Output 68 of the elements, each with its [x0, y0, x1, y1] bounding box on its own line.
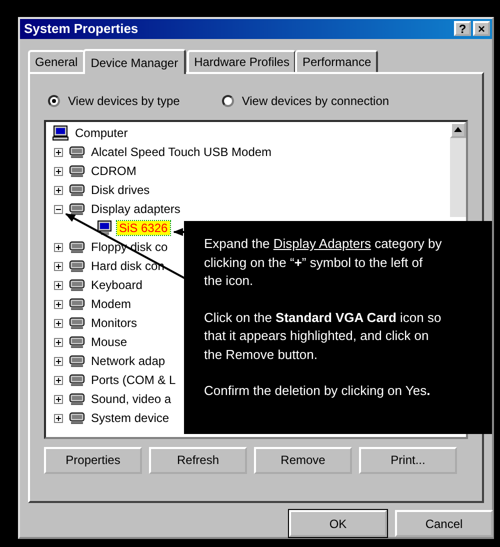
tree-item[interactable]: Keyboard	[89, 278, 144, 292]
device-icon	[68, 277, 86, 294]
tree-item[interactable]: System device	[89, 411, 172, 426]
expand-toggle[interactable]	[54, 262, 63, 271]
tree-item[interactable]: Network adap	[89, 354, 168, 368]
scrollbar[interactable]	[450, 122, 466, 217]
device-icon	[68, 410, 86, 426]
tree-item[interactable]: Sound, video a	[89, 392, 174, 406]
device-icon	[68, 239, 86, 256]
expand-toggle[interactable]	[54, 280, 63, 290]
tree-item[interactable]: Modem	[89, 297, 134, 312]
device-icon	[68, 391, 86, 408]
expand-toggle[interactable]	[54, 166, 63, 176]
tab[interactable]: Performance	[295, 50, 378, 72]
tree-item[interactable]: Alcatel Speed Touch USB Modem	[89, 145, 274, 160]
dialog-button[interactable]: Refresh	[149, 446, 247, 474]
dialog-button[interactable]: Remove	[254, 446, 352, 474]
device-icon	[68, 353, 86, 370]
tree-item[interactable]: Ports (COM & L	[89, 373, 178, 388]
tab[interactable]: General	[28, 50, 85, 72]
device-icon	[68, 163, 86, 180]
tree-item[interactable]: Disk drives	[89, 183, 152, 198]
tree-item[interactable]: CDROM	[89, 164, 138, 178]
instruction-text: Expand the Display Adapters category by clicking on the “+” symbol to the left of the icon.	[204, 235, 442, 290]
expand-toggle[interactable]	[54, 204, 63, 214]
tab[interactable]: Device Manager	[82, 48, 186, 74]
device-icon	[68, 144, 86, 160]
expand-toggle[interactable]	[54, 186, 63, 195]
expand-toggle[interactable]	[54, 394, 63, 404]
device-icon	[68, 258, 86, 274]
up-arrow-icon	[454, 127, 462, 132]
tree-item[interactable]: SiS 6326	[117, 221, 170, 236]
expand-toggle[interactable]	[54, 414, 63, 423]
tree-item[interactable]: Mouse	[89, 335, 130, 350]
device-icon	[68, 372, 86, 388]
dialog-button[interactable]: Properties	[44, 446, 142, 474]
instruction-text: Confirm the deletion by clicking on Yes.	[204, 382, 432, 400]
monitor-icon	[96, 220, 114, 236]
device-icon	[68, 201, 86, 218]
expand-toggle[interactable]	[54, 300, 63, 309]
dialog-button[interactable]: OK	[289, 510, 387, 537]
radio-label[interactable]: View devices by type	[68, 94, 180, 108]
tree-item[interactable]: Display adapters	[89, 202, 182, 216]
device-icon	[68, 182, 86, 198]
radio-button[interactable]	[48, 94, 60, 107]
tab[interactable]: Hardware Profiles	[187, 50, 296, 72]
expand-toggle[interactable]	[54, 356, 63, 366]
device-icon	[68, 334, 86, 350]
radio-button[interactable]	[222, 94, 234, 107]
expand-toggle[interactable]	[54, 338, 63, 347]
link[interactable]: Display Adapters	[273, 236, 371, 251]
computer-icon	[52, 125, 70, 142]
window-title: System Properties	[24, 21, 138, 36]
radio-label[interactable]: View devices by connection	[242, 94, 390, 108]
expand-toggle[interactable]	[54, 318, 63, 328]
dialog-button[interactable]: Cancel	[395, 510, 493, 537]
scroll-up-button[interactable]	[450, 122, 466, 138]
help-button[interactable]: ?	[454, 21, 471, 36]
dialog-button[interactable]: Print...	[359, 446, 457, 474]
device-icon	[68, 296, 86, 312]
expand-toggle[interactable]	[54, 148, 63, 157]
close-button[interactable]: ×	[473, 21, 490, 36]
device-icon	[68, 315, 86, 332]
expand-toggle[interactable]	[54, 242, 63, 252]
expand-toggle[interactable]	[54, 376, 63, 385]
tree-item[interactable]: Monitors	[89, 316, 140, 330]
tree-item[interactable]: Computer	[73, 126, 130, 140]
instruction-text: Click on the Standard VGA Card icon so that it appears highlighted, and click on the Remove button.	[204, 308, 442, 364]
